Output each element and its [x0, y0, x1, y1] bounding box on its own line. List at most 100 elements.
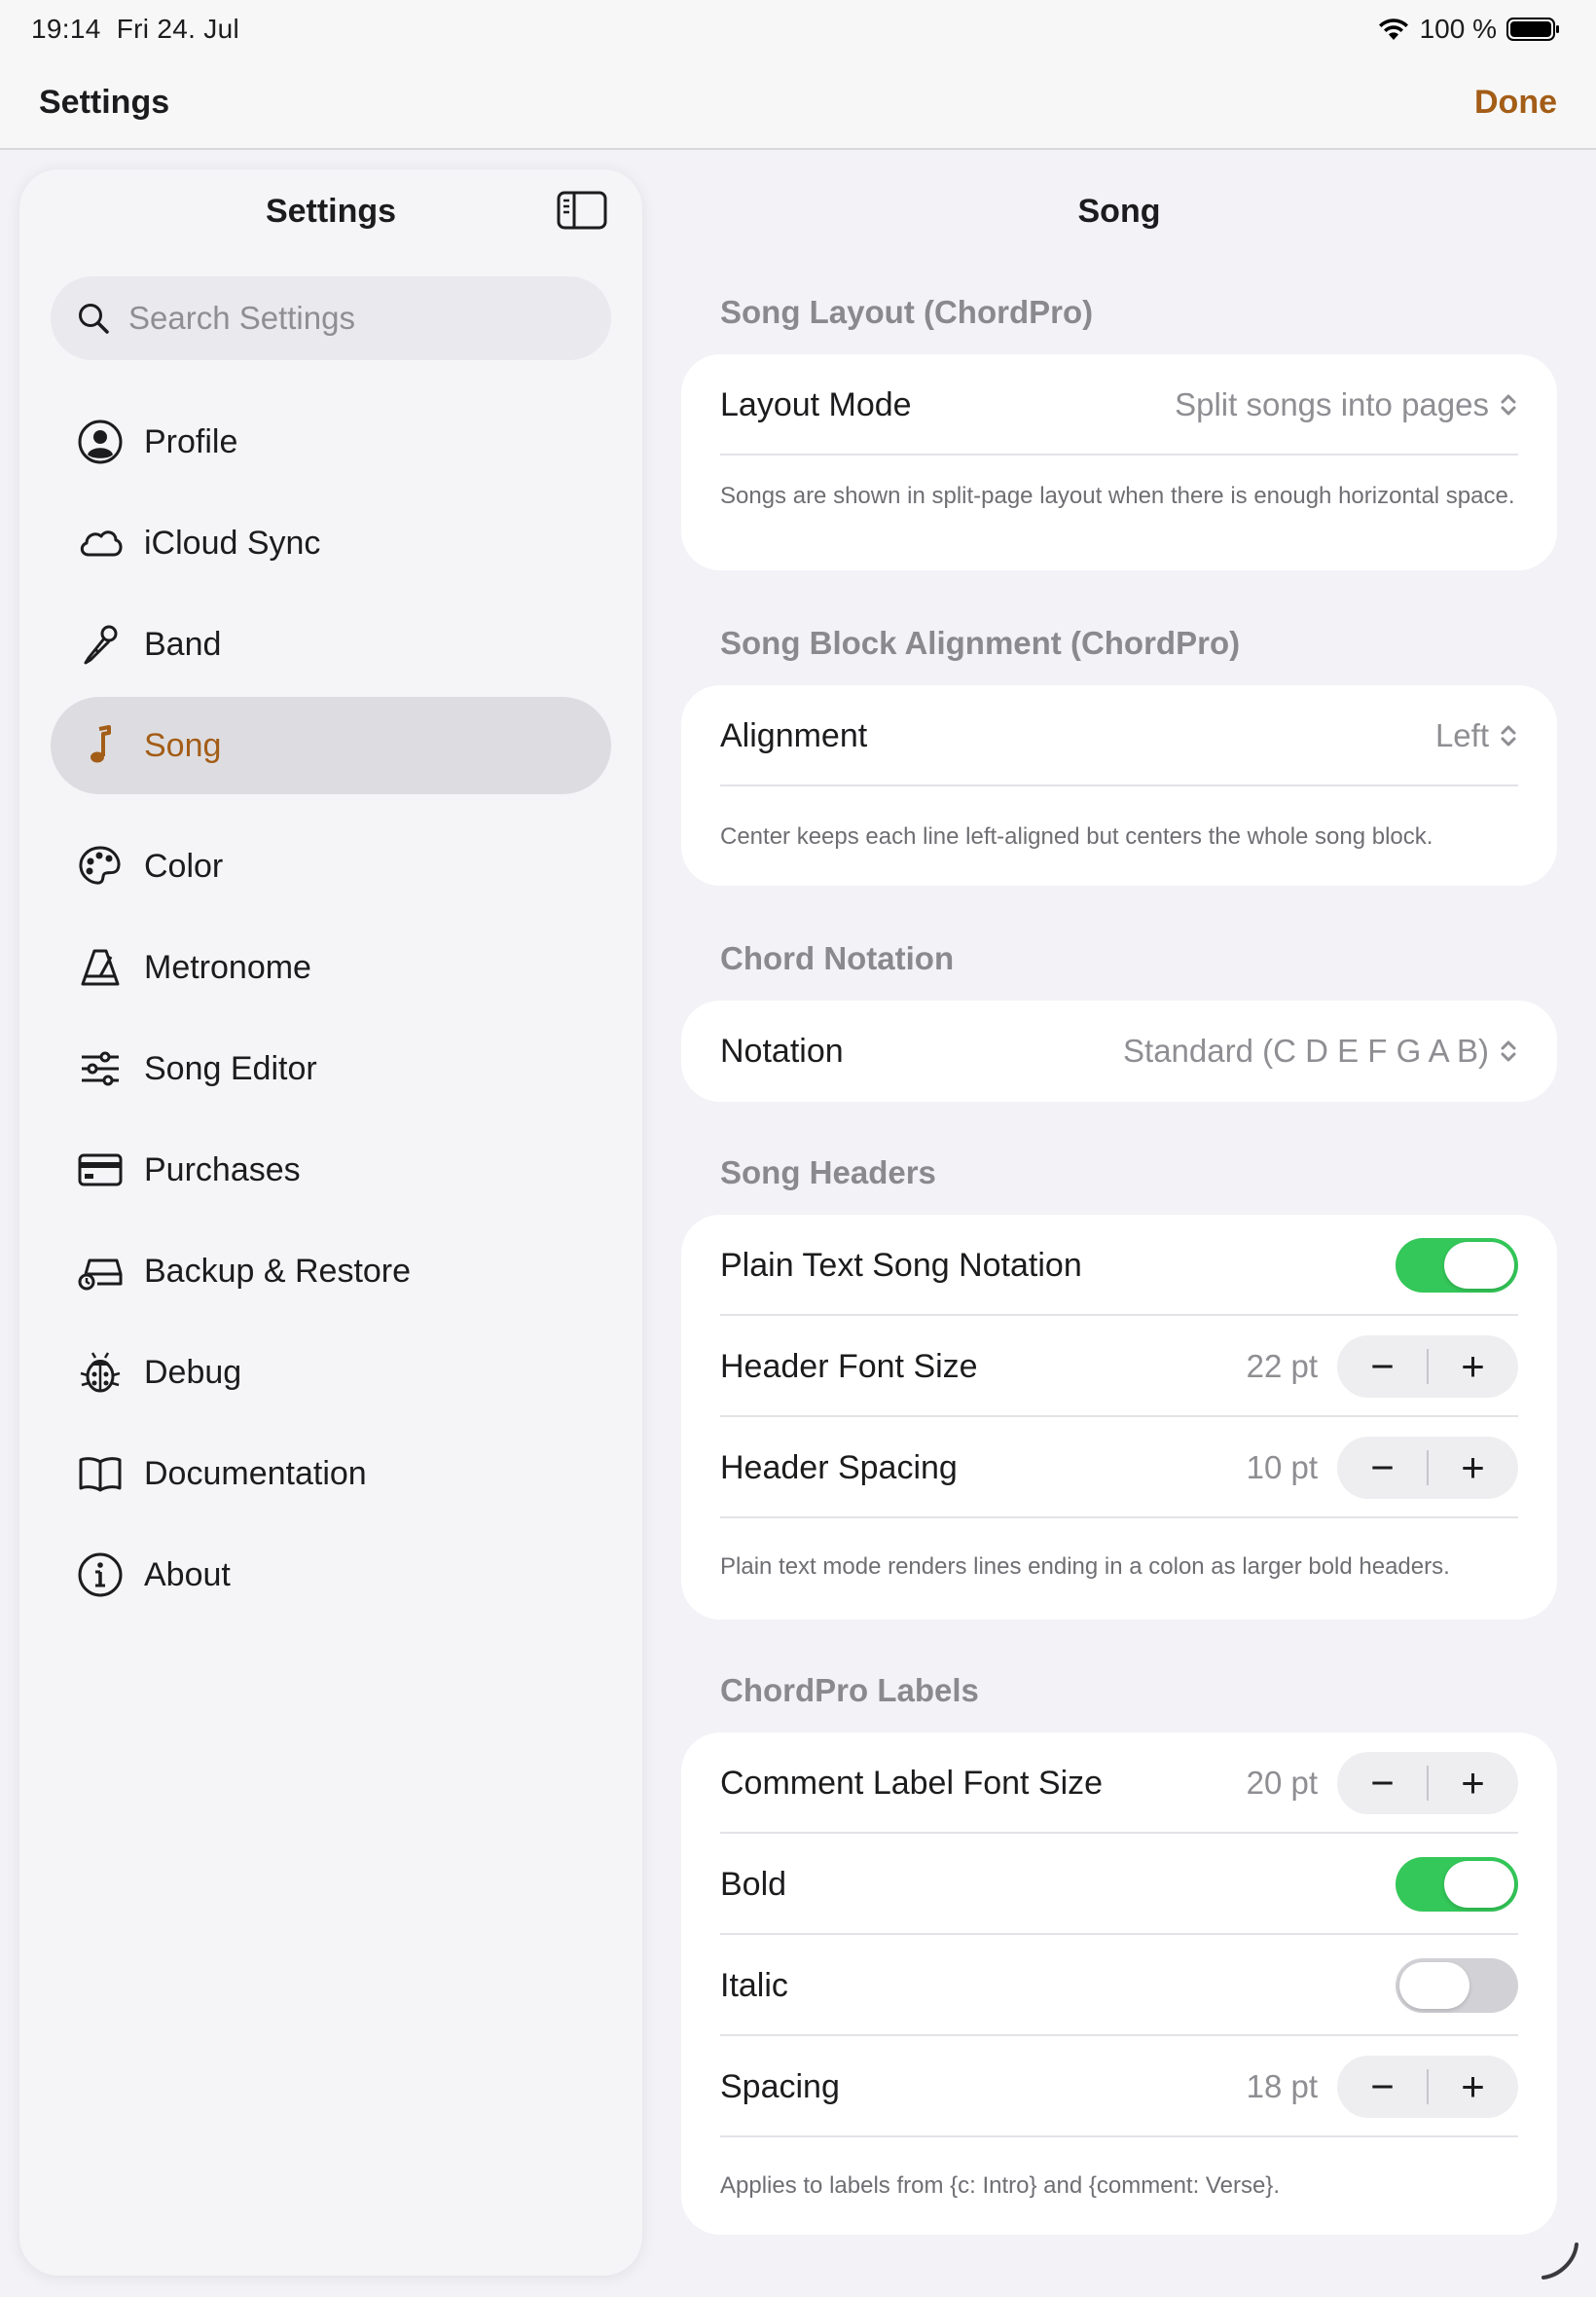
decrement-button[interactable]: −: [1337, 2056, 1428, 2118]
book-icon: [74, 1447, 127, 1500]
row-spacing: Spacing 18 pt − +: [720, 2036, 1518, 2137]
header-spacing-stepper: − +: [1337, 1437, 1518, 1499]
chevron-up-down-icon: [1501, 725, 1516, 747]
status-bar: 19:14 Fri 24. Jul 100 %: [0, 0, 1596, 60]
section-header-chordpro-labels: ChordPro Labels: [720, 1672, 979, 1708]
row-bold: Bold: [720, 1834, 1518, 1935]
palette-icon: [74, 840, 127, 893]
notation-select[interactable]: Standard (C D E F G A B): [1123, 1033, 1518, 1070]
info-icon: [74, 1549, 127, 1601]
chevron-up-down-icon: [1501, 394, 1516, 416]
sidebar-item-label: Metronome: [144, 948, 311, 986]
increment-button[interactable]: +: [1428, 1437, 1518, 1499]
resize-handle-icon[interactable]: [1536, 2237, 1582, 2283]
search-icon: [79, 304, 109, 334]
bold-toggle[interactable]: [1396, 1857, 1518, 1912]
card-chord-notation: Notation Standard (C D E F G A B): [681, 1001, 1557, 1102]
sidebar-item-label: Profile: [144, 422, 238, 460]
header-font-size-value: 22 pt: [1246, 1348, 1318, 1384]
sidebar-item-label: Song Editor: [144, 1049, 317, 1087]
sidebar-item-label: About: [144, 1555, 231, 1593]
search-input[interactable]: [128, 300, 586, 337]
row-plain-text-notation: Plain Text Song Notation: [720, 1215, 1518, 1316]
done-button[interactable]: Done: [1474, 84, 1557, 122]
sidebar-item-metronome[interactable]: Metronome: [51, 919, 611, 1016]
stepper-divider: [1427, 1349, 1429, 1384]
profile-icon: [74, 416, 127, 468]
sidebar-item-profile[interactable]: Profile: [51, 393, 611, 491]
search-field[interactable]: [51, 276, 611, 360]
section-header-block-alignment: Song Block Alignment (ChordPro): [720, 625, 1241, 661]
sidebar-title: Settings: [265, 193, 397, 230]
metronome-icon: [74, 941, 127, 994]
layout-mode-value: Split songs into pages: [1175, 386, 1489, 422]
plain-text-label: Plain Text Song Notation: [720, 1246, 1082, 1284]
italic-toggle[interactable]: [1396, 1958, 1518, 2013]
sidebar-item-band[interactable]: Band: [51, 596, 611, 693]
microphone-icon: [74, 618, 127, 671]
sidebar-item-song-editor[interactable]: Song Editor: [51, 1020, 611, 1117]
sidebar-item-about[interactable]: About: [51, 1526, 611, 1623]
top-nav-bar: Settings Done: [0, 60, 1596, 150]
notation-value: Standard (C D E F G A B): [1123, 1033, 1489, 1069]
header-spacing-value: 10 pt: [1246, 1449, 1318, 1485]
plain-text-toggle[interactable]: [1396, 1238, 1518, 1293]
sidebar-item-backup-restore[interactable]: Backup & Restore: [51, 1222, 611, 1320]
increment-button[interactable]: +: [1428, 1335, 1518, 1398]
notation-label: Notation: [720, 1032, 844, 1070]
layout-footnote: Songs are shown in split-page layout whe…: [720, 483, 1515, 509]
sidebar-item-purchases[interactable]: Purchases: [51, 1121, 611, 1219]
sidebar-item-documentation[interactable]: Documentation: [51, 1425, 611, 1522]
status-indicators: 100 %: [1377, 14, 1561, 45]
spacing-label: Spacing: [720, 2067, 840, 2105]
detail-title: Song: [1077, 193, 1161, 230]
battery-icon: [1506, 18, 1559, 41]
sidebar-item-label: iCloud Sync: [144, 524, 321, 562]
stepper-divider: [1427, 2069, 1429, 2104]
comment-label-font-size-stepper: − +: [1337, 1752, 1518, 1814]
alignment-select[interactable]: Left: [1435, 717, 1518, 754]
sidebar-item-label: Purchases: [144, 1150, 301, 1188]
section-header-song-layout: Song Layout (ChordPro): [720, 294, 1094, 330]
decrement-button[interactable]: −: [1337, 1752, 1428, 1814]
row-layout-mode: Layout Mode Split songs into pages: [720, 354, 1518, 456]
sidebar-item-label: Color: [144, 847, 224, 885]
sidebar-item-label: Song: [144, 726, 222, 764]
layout-mode-select[interactable]: Split songs into pages: [1175, 386, 1518, 423]
comment-label-font-size-value: 20 pt: [1246, 1765, 1318, 1801]
comment-label-font-size-label: Comment Label Font Size: [720, 1764, 1104, 1802]
status-time: 19:14 Fri 24. Jul: [31, 14, 239, 44]
bold-label: Bold: [720, 1865, 787, 1903]
row-notation: Notation Standard (C D E F G A B): [720, 1001, 1518, 1102]
spacing-stepper: − +: [1337, 2056, 1518, 2118]
wifi-icon: [1378, 18, 1408, 40]
sidebar-item-color[interactable]: Color: [51, 818, 611, 915]
sidebar-item-debug[interactable]: Debug: [51, 1324, 611, 1421]
alignment-footnote: Center keeps each line left-aligned but …: [720, 823, 1433, 850]
decrement-button[interactable]: −: [1337, 1437, 1428, 1499]
increment-button[interactable]: +: [1428, 1752, 1518, 1814]
chevron-up-down-icon: [1501, 1040, 1516, 1062]
sidebar-item-icloud-sync[interactable]: iCloud Sync: [51, 494, 611, 592]
row-header-font-size: Header Font Size 22 pt − +: [720, 1316, 1518, 1417]
backup-drive-icon: [74, 1245, 127, 1297]
sidebar-item-song[interactable]: Song: [51, 697, 611, 794]
cloud-icon: [74, 517, 127, 569]
headers-footnote: Plain text mode renders lines ending in …: [720, 1553, 1450, 1580]
decrement-button[interactable]: −: [1337, 1335, 1428, 1398]
row-comment-label-font-size: Comment Label Font Size 20 pt − +: [720, 1732, 1518, 1834]
sidebar-item-label: Backup & Restore: [144, 1252, 412, 1290]
toggle-knob: [1444, 1242, 1514, 1289]
sidebar-item-label: Debug: [144, 1353, 242, 1391]
card-song-headers: Plain Text Song Notation Header Font Siz…: [681, 1215, 1557, 1620]
sidebar-toggle-icon[interactable]: [557, 191, 607, 230]
credit-card-icon: [74, 1144, 127, 1196]
increment-button[interactable]: +: [1428, 2056, 1518, 2118]
spacing-value: 18 pt: [1246, 2068, 1318, 2104]
sidebar-item-label: Band: [144, 625, 222, 663]
ladybug-icon: [74, 1346, 127, 1399]
labels-footnote: Applies to labels from {c: Intro} and {c…: [720, 2172, 1280, 2199]
battery-percent: 100 %: [1419, 14, 1497, 44]
row-header-spacing: Header Spacing 10 pt − +: [720, 1417, 1518, 1518]
card-block-alignment: Alignment Left Center keeps each line le…: [681, 685, 1557, 886]
